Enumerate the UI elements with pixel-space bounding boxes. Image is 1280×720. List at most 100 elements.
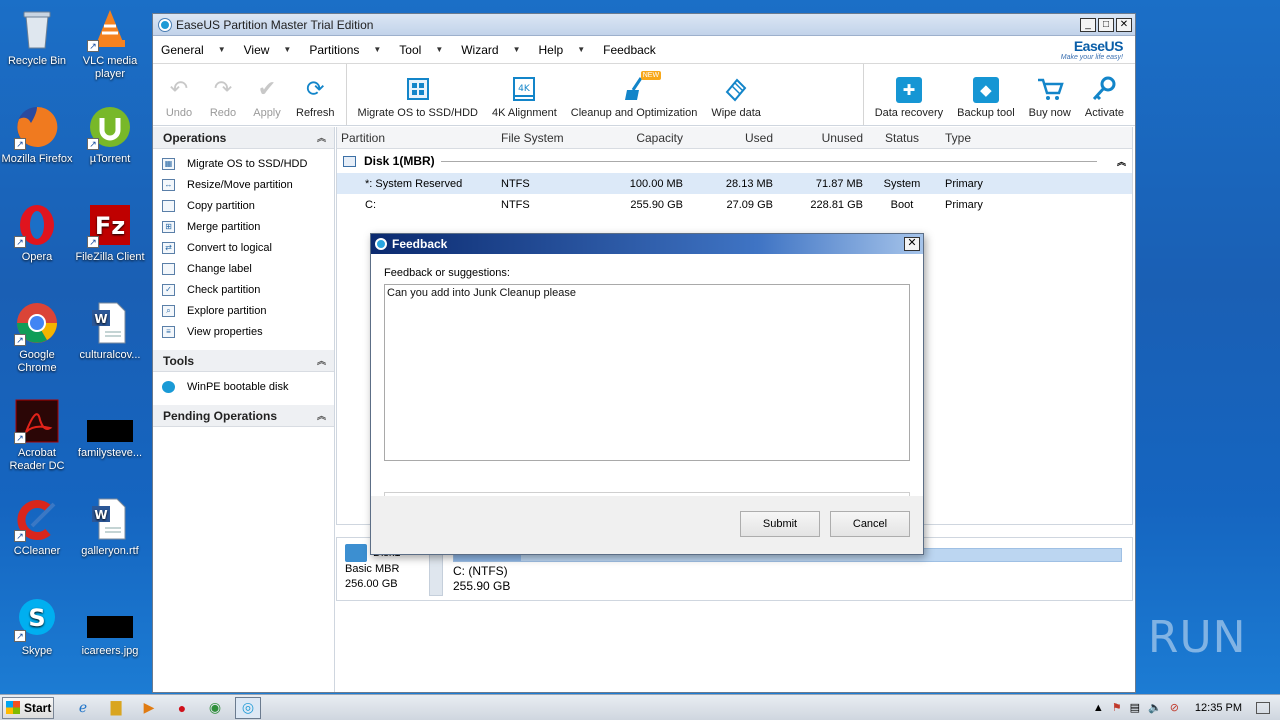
taskbar-ie-icon[interactable]: ℯ bbox=[70, 697, 96, 719]
tray-volume-icon[interactable]: 🔈 bbox=[1148, 701, 1162, 714]
menu-tool[interactable]: Tool ▼ bbox=[399, 43, 443, 57]
shortcut-arrow-icon: ↗ bbox=[87, 236, 99, 248]
wipe-data-button[interactable]: Wipe data bbox=[704, 75, 768, 119]
resize-icon: ↔ bbox=[162, 178, 175, 191]
op-change-label[interactable]: Change label bbox=[153, 258, 334, 279]
menu-wizard[interactable]: Wizard ▼ bbox=[461, 43, 520, 57]
desktop-icon-familysteve[interactable]: familysteve... bbox=[73, 398, 147, 460]
backup-tool-button[interactable]: ◆ Backup tool bbox=[950, 77, 1021, 119]
feedback-label: Feedback or suggestions: bbox=[384, 267, 510, 279]
4k-alignment-icon: 4K bbox=[509, 75, 539, 103]
op-view-properties[interactable]: ≡ View properties bbox=[153, 321, 334, 342]
taskbar-explorer-icon[interactable]: ▇ bbox=[103, 697, 129, 719]
taskbar-easeus-icon[interactable]: ◎ bbox=[235, 696, 261, 719]
desktop-icon-filezilla[interactable]: Fz ↗ FileZilla Client bbox=[73, 202, 147, 264]
taskbar-media-player-icon[interactable]: ▶ bbox=[136, 697, 162, 719]
op-explore-partition[interactable]: ⌕ Explore partition bbox=[153, 300, 334, 321]
submit-button[interactable]: Submit bbox=[740, 511, 820, 537]
4k-alignment-button[interactable]: 4K 4K Alignment bbox=[485, 75, 564, 119]
op-migrate-os[interactable]: ▦ Migrate OS to SSD/HDD bbox=[153, 153, 334, 174]
eraser-icon bbox=[721, 75, 751, 103]
menu-feedback[interactable]: Feedback bbox=[603, 43, 656, 57]
redo-button[interactable]: ↷ Redo bbox=[201, 75, 245, 119]
easeus-app-icon bbox=[159, 18, 171, 31]
title-bar[interactable]: EaseUS Partition Master Trial Edition _ … bbox=[153, 14, 1135, 36]
maximize-button[interactable]: □ bbox=[1098, 17, 1114, 32]
op-check-partition[interactable]: ✓ Check partition bbox=[153, 279, 334, 300]
col-capacity[interactable]: Capacity bbox=[597, 131, 687, 145]
key-icon bbox=[1089, 75, 1119, 103]
col-type[interactable]: Type bbox=[937, 131, 1057, 145]
backup-tool-icon: ◆ bbox=[972, 77, 999, 103]
table-row[interactable]: *: System Reserved NTFS 100.00 MB 28.13 … bbox=[337, 173, 1132, 194]
tool-winpe-bootable-disk[interactable]: WinPE bootable disk bbox=[153, 376, 334, 397]
tray-expand-icon[interactable]: ▲ bbox=[1093, 702, 1104, 714]
op-copy-partition[interactable]: Copy partition bbox=[153, 195, 334, 216]
menu-partitions[interactable]: Partitions ▼ bbox=[309, 43, 381, 57]
disk-group-row[interactable]: Disk 1(MBR) ︽ bbox=[337, 149, 1132, 173]
collapse-icon[interactable]: ︽ bbox=[317, 131, 326, 144]
caret-down-icon: ▼ bbox=[435, 45, 444, 54]
col-unused[interactable]: Unused bbox=[777, 131, 867, 145]
show-desktop-icon[interactable] bbox=[1256, 701, 1270, 714]
clock[interactable]: 12:35 PM bbox=[1195, 702, 1242, 714]
tray-stop-icon[interactable]: ⊘ bbox=[1170, 701, 1179, 714]
desktop-icon-opera[interactable]: ↗ Opera bbox=[0, 202, 74, 264]
data-recovery-icon: ✚ bbox=[895, 77, 922, 103]
operations-header[interactable]: Operations ︽ bbox=[153, 127, 334, 149]
data-recovery-button[interactable]: ✚ Data recovery bbox=[868, 77, 950, 119]
apply-button[interactable]: ✔ Apply bbox=[245, 75, 289, 119]
cancel-button[interactable]: Cancel bbox=[830, 511, 910, 537]
migrate-os-button[interactable]: Migrate OS to SSD/HDD bbox=[351, 75, 485, 119]
svg-text:W: W bbox=[94, 312, 107, 326]
close-button[interactable]: ✕ bbox=[1116, 17, 1132, 32]
col-used[interactable]: Used bbox=[687, 131, 777, 145]
activate-button[interactable]: Activate bbox=[1078, 75, 1131, 119]
easeus-logo: EaseUS Make your life easy! bbox=[1060, 38, 1124, 61]
undo-button[interactable]: ↶ Undo bbox=[157, 75, 201, 119]
feedback-textarea[interactable] bbox=[384, 284, 910, 461]
collapse-icon[interactable]: ︽ bbox=[1117, 155, 1126, 168]
taskbar-chrome-icon[interactable]: ◉ bbox=[202, 697, 228, 719]
op-convert-logical[interactable]: ⇄ Convert to logical bbox=[153, 237, 334, 258]
svg-text:Fz: Fz bbox=[95, 212, 125, 240]
cleanup-optimization-button[interactable]: NEW Cleanup and Optimization bbox=[564, 71, 705, 119]
desktop-icon-ccleaner[interactable]: ↗ CCleaner bbox=[0, 496, 74, 558]
col-status[interactable]: Status bbox=[867, 131, 937, 145]
table-header: Partition File System Capacity Used Unus… bbox=[337, 127, 1132, 149]
tray-network-icon[interactable]: ▤ bbox=[1130, 701, 1140, 714]
desktop-icon-vlc[interactable]: ↗ VLC media player bbox=[73, 6, 147, 81]
desktop-icon-utorrent[interactable]: ↗ µTorrent bbox=[73, 104, 147, 166]
dialog-close-button[interactable]: ✕ bbox=[904, 237, 920, 251]
menu-general[interactable]: General ▼ bbox=[161, 43, 226, 57]
start-button[interactable]: Start bbox=[2, 696, 54, 719]
buy-now-button[interactable]: Buy now bbox=[1022, 75, 1078, 119]
desktop-icon-galleryon[interactable]: W galleryon.rtf bbox=[73, 496, 147, 558]
minimize-button[interactable]: _ bbox=[1080, 17, 1096, 32]
desktop-icon-acrobat[interactable]: ↗ Acrobat Reader DC bbox=[0, 398, 74, 473]
easeus-app-icon bbox=[375, 238, 387, 250]
desktop-icon-skype[interactable]: S ↗ Skype bbox=[0, 596, 74, 658]
col-file-system[interactable]: File System bbox=[497, 131, 597, 145]
caret-down-icon: ▼ bbox=[283, 45, 292, 54]
desktop-icon-culturalcov[interactable]: W culturalcov... bbox=[73, 300, 147, 362]
menu-view[interactable]: View ▼ bbox=[244, 43, 292, 57]
menu-help[interactable]: Help ▼ bbox=[539, 43, 586, 57]
taskbar-opera-icon[interactable]: ● bbox=[169, 697, 195, 719]
op-merge-partition[interactable]: ⊞ Merge partition bbox=[153, 216, 334, 237]
collapse-icon[interactable]: ︽ bbox=[317, 409, 326, 422]
tools-header[interactable]: Tools ︽ bbox=[153, 350, 334, 372]
op-resize-move[interactable]: ↔ Resize/Move partition bbox=[153, 174, 334, 195]
tray-action-center-icon[interactable]: ⚑ bbox=[1112, 701, 1122, 714]
table-row[interactable]: C: NTFS 255.90 GB 27.09 GB 228.81 GB Boo… bbox=[337, 194, 1132, 215]
pending-operations-header[interactable]: Pending Operations ︽ bbox=[153, 405, 334, 427]
desktop-icon-recycle-bin[interactable]: Recycle Bin bbox=[0, 6, 74, 68]
col-partition[interactable]: Partition bbox=[337, 131, 497, 145]
caret-down-icon: ▼ bbox=[373, 45, 382, 54]
dialog-title-bar[interactable]: Feedback ✕ bbox=[371, 234, 923, 254]
desktop-icon-chrome[interactable]: ↗ Google Chrome bbox=[0, 300, 74, 375]
desktop-icon-icareers[interactable]: icareers.jpg bbox=[73, 596, 147, 658]
collapse-icon[interactable]: ︽ bbox=[317, 354, 326, 367]
refresh-button[interactable]: ⟳ Refresh bbox=[289, 75, 342, 119]
desktop-icon-firefox[interactable]: ↗ Mozilla Firefox bbox=[0, 104, 74, 166]
